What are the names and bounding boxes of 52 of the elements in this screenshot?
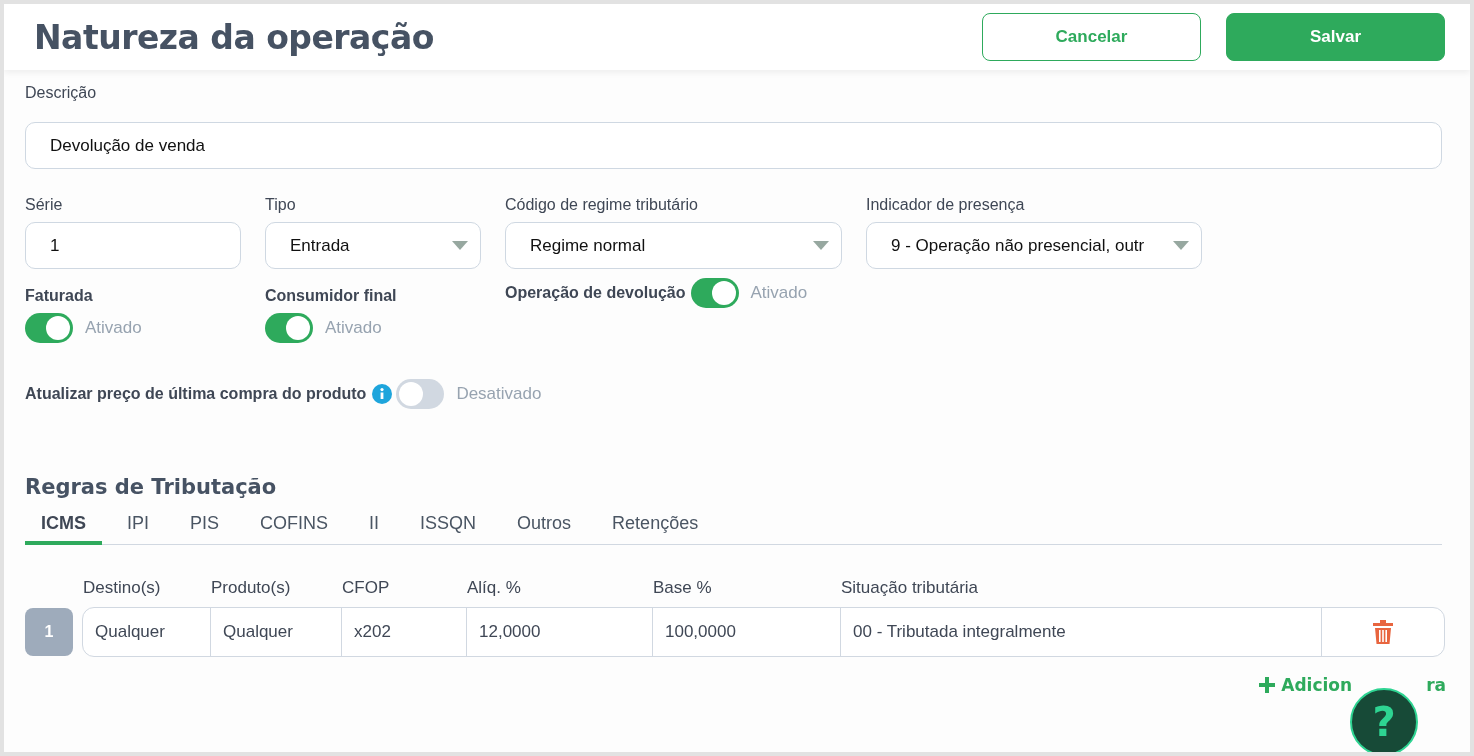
field-label: Código de regime tributário <box>505 196 698 214</box>
input-field[interactable]: 1 <box>25 222 241 269</box>
column-header: Destino(s) <box>83 578 162 598</box>
table-cell[interactable]: 100,0000 <box>653 608 841 656</box>
toggle-status: Ativado <box>85 318 142 338</box>
table-cell[interactable]: 12,0000 <box>467 608 653 656</box>
table-cell[interactable]: Qualquer <box>83 608 211 656</box>
caret-icon <box>813 241 829 250</box>
toggle-switch[interactable] <box>265 313 313 343</box>
toggle-label: Consumidor final <box>265 287 397 305</box>
toggle-switch[interactable] <box>396 379 445 409</box>
row-number: 1 <box>25 608 73 656</box>
description-field[interactable]: Devolução de venda <box>25 122 1442 169</box>
tab[interactable]: COFINS <box>244 509 345 545</box>
column-header: Base % <box>653 578 713 598</box>
toggle-label: Faturada <box>25 287 93 305</box>
delete-icon[interactable] <box>1373 620 1393 644</box>
column-header: Situação tributária <box>841 578 980 598</box>
tab[interactable]: Outros <box>501 509 588 545</box>
select-field[interactable]: 9 - Operação não presencial, outr <box>866 222 1202 269</box>
column-header: CFOP <box>342 578 391 598</box>
select-field[interactable]: Regime normal <box>505 222 842 269</box>
tab[interactable]: ISSQN <box>404 509 493 545</box>
toggle-label: Operação de devolução <box>505 284 686 302</box>
column-header: Alíq. % <box>467 578 522 598</box>
toggle-status: Ativado <box>750 283 808 303</box>
toggle-status: Ativado <box>325 318 382 338</box>
column-header: Produto(s) <box>211 578 292 598</box>
page-title: Natureza da operação <box>34 17 434 57</box>
tab[interactable]: II <box>353 509 396 545</box>
field-label: Série <box>25 196 63 214</box>
toggle-switch[interactable] <box>690 278 739 308</box>
select-field[interactable]: Entrada <box>265 222 481 269</box>
tab[interactable]: IPI <box>111 509 165 545</box>
help-button[interactable]: ? <box>1350 688 1418 752</box>
table-cell[interactable]: 00 - Tributada integralmente <box>841 608 1322 656</box>
field-label: Descrição <box>25 84 97 102</box>
field-label: Indicador de presença <box>866 196 1025 214</box>
toggle-label: Atualizar preço de última compra do produto <box>25 385 367 403</box>
plus-icon[interactable] <box>1259 677 1276 693</box>
caret-icon <box>1173 241 1189 250</box>
field-label: Tipo <box>265 196 296 214</box>
tab[interactable]: ICMS <box>25 509 102 545</box>
toggle-status: Desativado <box>456 384 542 404</box>
table-cell[interactable]: Qualquer <box>211 608 342 656</box>
tab[interactable]: Retenções <box>596 509 715 545</box>
table-cell[interactable]: x202 <box>342 608 467 656</box>
section-title: Regras de Tributação <box>25 475 277 499</box>
tab[interactable]: PIS <box>174 509 236 545</box>
toggle-switch[interactable] <box>25 313 73 343</box>
caret-icon <box>452 241 468 250</box>
info-icon[interactable] <box>372 384 393 404</box>
